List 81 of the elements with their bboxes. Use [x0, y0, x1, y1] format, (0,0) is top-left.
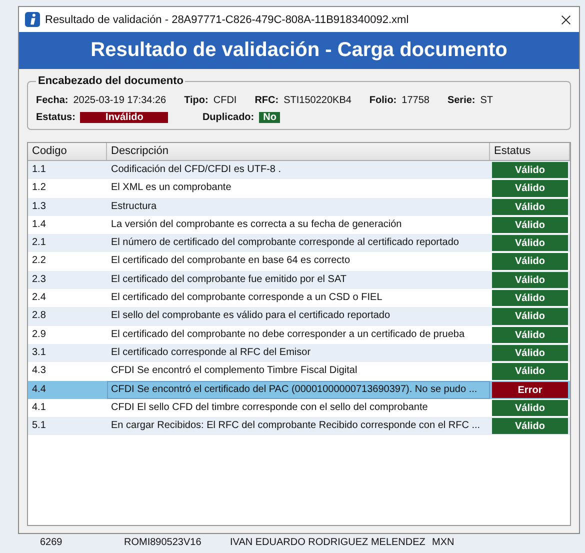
field-label: Duplicado:: [202, 112, 254, 123]
description-cell-text: El certificado del comprobante no debe corresponder a un certificado de prueba: [110, 328, 466, 342]
field-value: CFDI: [213, 95, 237, 106]
description-cell-text: El XML es un comprobante: [110, 181, 232, 196]
description-cell-text: Codificación del CFD/CFDI es UTF-8 .: [110, 163, 282, 177]
code-cell-text: 2.4: [31, 291, 47, 306]
description-cell-text: CFDI El sello CFD del timbre corresponde con el sello del comprobante: [110, 400, 429, 415]
description-cell-text: El número de certificado del comprobante corresponde al certificado reportado: [110, 236, 460, 250]
code-cell-text: 2.9: [31, 328, 47, 342]
code-cell-text: 2.3: [31, 272, 47, 287]
code-cell-text: 2.1: [31, 236, 47, 250]
code-cell-text: 1.3: [31, 200, 47, 214]
code-cell-text: 1.2: [31, 181, 47, 196]
window-title: Resultado de validación - 28A97771-C826-479C-808A-11B918340092.xml: [45, 14, 410, 26]
code-cell-text: 5.1: [31, 419, 47, 434]
description-cell-text: El certificado del comprobante corresponde a un CSD o FIEL: [110, 291, 384, 306]
status-badge: Válido: [492, 344, 568, 362]
background-cell: MXN: [432, 537, 454, 549]
status-badge: Válido: [492, 235, 568, 252]
status-badge: Válido: [492, 272, 568, 288]
status-badge: Inválido: [80, 112, 168, 123]
field-label: Fecha:: [36, 95, 68, 106]
table-row[interactable]: 2.1 El número de certificado del comprobante corresponde al certificado reportado Válido: [28, 234, 570, 252]
code-cell-text: 1.1: [31, 163, 47, 177]
info-icon: [25, 12, 40, 27]
table-row[interactable]: 2.9 El certificado del comprobante no debe corresponder a un certificado de prueba Válido: [28, 326, 570, 344]
description-cell-text: En cargar Recibidos: El RFC del comprobante Recibido corresponde con el RFC ...: [110, 419, 482, 434]
field-label: Serie:: [447, 95, 476, 106]
field-value: STI150220KB4: [284, 95, 352, 106]
table-row[interactable]: 2.3 El certificado del comprobante fue emitido por el SAT Válido: [28, 270, 570, 290]
description-cell-text: La versión del comprobante es correcta a su fecha de generación: [110, 218, 403, 232]
column-header[interactable]: Codigo: [28, 143, 107, 160]
close-icon[interactable]: [561, 14, 571, 24]
code-cell-text: 4.1: [31, 400, 47, 415]
status-badge: Error: [492, 382, 568, 398]
status-badge: Válido: [492, 180, 568, 197]
background-cell-text: IVAN EDUARDO RODRIGUEZ MELENDEZ: [230, 537, 426, 549]
status-badge: Válido: [492, 418, 568, 434]
table-row[interactable]: 3.1 El certificado corresponde al RFC del Emisor Válido: [28, 344, 570, 362]
status-badge: Válido: [492, 216, 568, 234]
code-cell-text: 1.4: [31, 218, 47, 232]
field-label: Folio:: [369, 95, 397, 106]
table-row[interactable]: 1.1 Codificación del CFD/CFDI es UTF-8 . Válido: [28, 161, 570, 180]
field-label: Estatus:: [36, 112, 76, 123]
status-badge: Válido: [492, 253, 568, 270]
field-value: 2025-03-19 17:34:26: [73, 95, 166, 106]
description-cell-text: El sello del comprobante es válido para el certificado reportado: [110, 309, 392, 324]
description-cell-text: CFDI Se encontró el complemento Timbre Fiscal Digital: [110, 364, 358, 378]
code-cell-text: 3.1: [31, 346, 47, 360]
column-header[interactable]: Descripción: [107, 143, 490, 160]
description-cell-text: Estructura: [110, 200, 158, 214]
status-badge: Válido: [492, 290, 568, 306]
banner-title: Resultado de validación - Carga documento: [19, 32, 579, 69]
table-row[interactable]: 5.1 En cargar Recibidos: El RFC del comprobante Recibido corresponde con el RFC ... Válido: [28, 417, 570, 436]
description-cell-text: El certificado del comprobante en base 64 es correcto: [110, 254, 352, 268]
code-cell-text: 2.8: [31, 309, 47, 324]
code-cell-text: 4.4: [31, 382, 47, 397]
table-row[interactable]: 4.4 CFDI Se encontró el certificado del PAC (00001000000713690397). No se pudo ... Error: [28, 380, 570, 399]
status-badge: Válido: [492, 198, 568, 215]
field-label: Tipo:: [184, 95, 208, 106]
table-row[interactable]: 2.8 El sello del comprobante es válido para el certificado reportado Válido: [28, 307, 570, 326]
background-cell-text: ROMI890523V16: [124, 537, 202, 549]
column-header[interactable]: Estatus: [490, 143, 570, 160]
field-value: 17758: [402, 95, 430, 106]
table-row[interactable]: 1.3 Estructura Válido: [28, 198, 570, 216]
code-cell-text: 4.3: [31, 364, 47, 378]
background-cell-text: 6269: [40, 537, 64, 549]
field-value: ST: [480, 95, 494, 106]
code-cell-text: 2.2: [31, 254, 47, 268]
table-row[interactable]: 2.4 El certificado del comprobante corresponde a un CSD o FIEL Válido: [28, 289, 570, 308]
status-badge: Válido: [492, 363, 568, 380]
status-badge: Válido: [492, 308, 568, 325]
status-badge: Válido: [492, 162, 568, 178]
description-cell-text: El certificado del comprobante fue emitido por el SAT: [110, 272, 348, 287]
group-title: Encabezado del documento: [37, 75, 184, 87]
field-label: RFC:: [254, 95, 279, 106]
status-badge: Válido: [492, 326, 568, 343]
description-cell-text: El certificado corresponde al RFC del Emisor: [110, 346, 312, 360]
status-badge: Válido: [492, 400, 568, 416]
duplicate-badge: No: [259, 112, 280, 123]
description-cell: CFDI Se encontró el certificado del PAC (00001000000713690397). No se pudo ...: [107, 380, 490, 399]
